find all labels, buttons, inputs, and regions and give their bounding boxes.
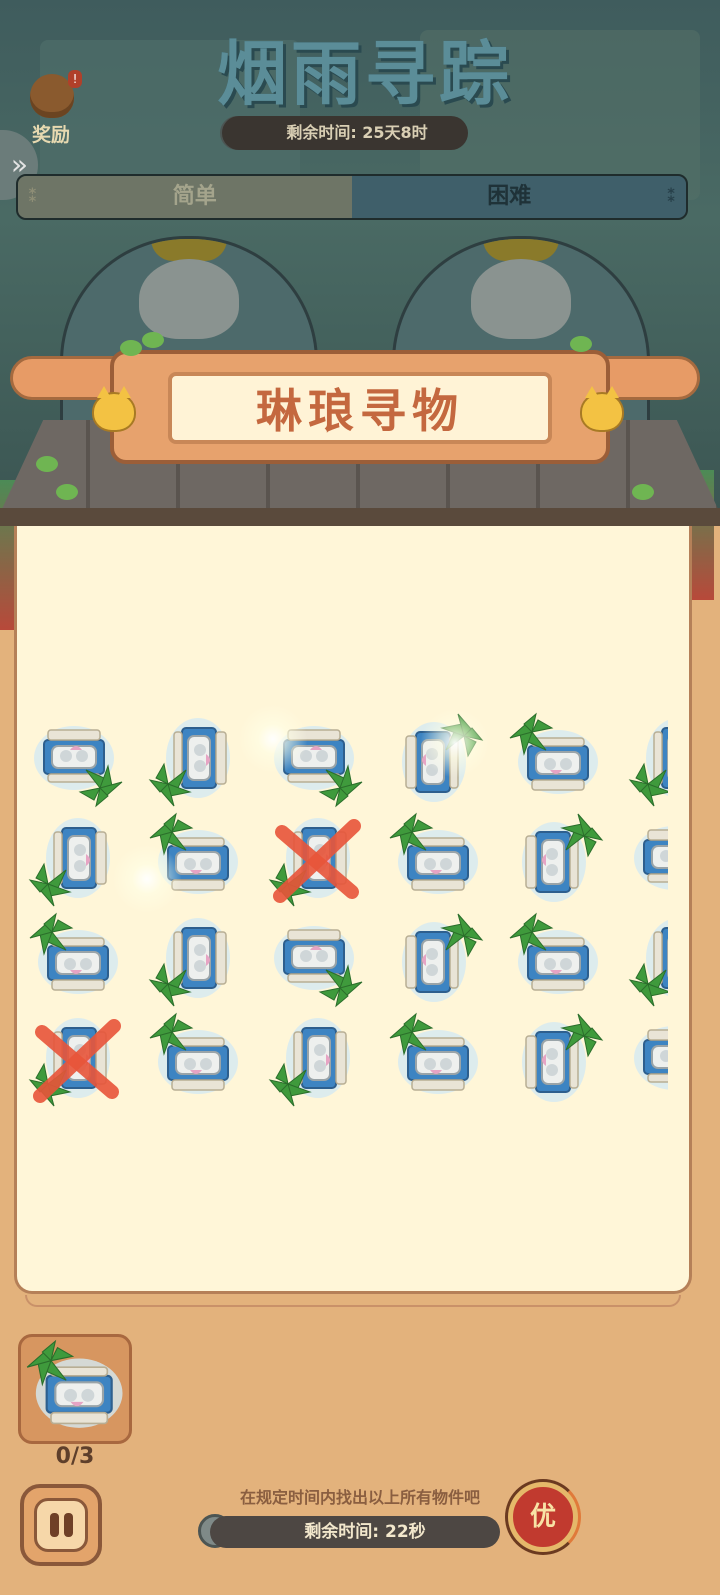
- pavilion-icon: [633, 825, 668, 907]
- found-count: 0/3: [55, 1444, 95, 1469]
- pavilion-icon: [509, 913, 599, 995]
- sparkle-effect: [112, 844, 182, 914]
- round-time-remaining: 剩余时间: 22秒: [210, 1516, 500, 1548]
- pavilion-icon: [269, 817, 351, 907]
- search-item[interactable]: [628, 712, 668, 808]
- search-item[interactable]: [268, 812, 364, 908]
- roof-eave: [0, 508, 720, 526]
- pavilion-icon: [629, 917, 668, 1007]
- pavilion-icon: [29, 817, 111, 907]
- tab-easy[interactable]: ⁑ 简单: [18, 176, 352, 218]
- board-title: 琳琅寻物: [168, 372, 552, 444]
- tab-deco-icon: ⁑: [666, 186, 676, 207]
- pavilion-icon: [33, 725, 123, 807]
- pavilion-icon: [629, 717, 668, 807]
- target-item-icon: [26, 1340, 124, 1429]
- pause-bar: [50, 1513, 59, 1537]
- leaf-decoration: [570, 336, 592, 352]
- tab-hard-label: 困难: [487, 184, 532, 209]
- pavilion-icon: [149, 1013, 239, 1095]
- search-item[interactable]: [28, 712, 124, 808]
- leaf-decoration: [632, 484, 654, 500]
- search-item[interactable]: [28, 1012, 124, 1108]
- pavilion-icon: [149, 917, 231, 1007]
- tab-easy-label: 简单: [172, 184, 217, 209]
- difficulty-tabs: ⁑ 简单 困难 ⁑: [16, 174, 688, 220]
- search-item[interactable]: [628, 812, 668, 908]
- pavilion-icon: [389, 1013, 479, 1095]
- search-item[interactable]: [508, 812, 604, 908]
- leaf-decoration: [36, 456, 58, 472]
- hat-icon: [483, 239, 559, 261]
- tab-deco-icon: ⁑: [28, 186, 38, 207]
- pavilion-icon: [633, 1025, 668, 1107]
- reward-button[interactable]: ! 奖励: [22, 70, 82, 150]
- search-item[interactable]: [388, 812, 484, 908]
- search-item[interactable]: [628, 912, 668, 1008]
- tab-hard[interactable]: 困难 ⁑: [352, 176, 686, 218]
- pavilion-icon: [273, 925, 363, 1007]
- board-sign: 琳琅寻物: [110, 350, 610, 464]
- search-item[interactable]: [28, 912, 124, 1008]
- search-board: [14, 524, 692, 1307]
- cat-icon: [471, 259, 571, 339]
- event-time-remaining: 剩余时间: 25天8时: [222, 116, 468, 150]
- search-item[interactable]: [508, 912, 604, 1008]
- search-item[interactable]: [268, 1012, 364, 1108]
- pavilion-icon: [29, 1017, 111, 1107]
- alert-icon: !: [68, 70, 82, 88]
- pause-button[interactable]: [20, 1484, 102, 1566]
- search-item[interactable]: [628, 1012, 668, 1108]
- search-item[interactable]: [508, 1012, 604, 1108]
- search-item[interactable]: [148, 712, 244, 808]
- pavilion-icon: [521, 813, 603, 903]
- pause-icon: [34, 1498, 88, 1552]
- search-item[interactable]: [268, 912, 364, 1008]
- pavilion-icon: [269, 1017, 351, 1107]
- cat-ornament-icon: [580, 386, 624, 432]
- target-item-card: [18, 1334, 132, 1444]
- pavilion-icon: [401, 913, 483, 1003]
- pavilion-icon: [521, 1013, 603, 1103]
- sparkle-effect: [238, 704, 308, 774]
- cat-icon: [139, 259, 239, 339]
- search-item[interactable]: [28, 812, 124, 908]
- search-item[interactable]: [148, 912, 244, 1008]
- hat-icon: [151, 239, 227, 261]
- leaf-decoration: [120, 340, 142, 356]
- event-title: 烟雨寻踪: [217, 32, 513, 115]
- pavilion-icon: [149, 717, 231, 807]
- pause-bar: [64, 1513, 73, 1537]
- search-item[interactable]: [388, 912, 484, 1008]
- leaf-decoration: [142, 332, 164, 348]
- sparkle-effect: [420, 708, 490, 778]
- priority-button[interactable]: 优: [505, 1479, 581, 1555]
- cat-ornament-icon: [92, 386, 136, 432]
- pavilion-icon: [389, 813, 479, 895]
- search-item[interactable]: [388, 1012, 484, 1108]
- pavilion-icon: [509, 713, 599, 795]
- hint-text: 在规定时间内找出以上所有物件吧: [239, 1488, 480, 1507]
- search-item[interactable]: [148, 1012, 244, 1108]
- search-item[interactable]: [508, 712, 604, 808]
- pavilion-icon: [29, 913, 119, 995]
- leaf-decoration: [56, 484, 78, 500]
